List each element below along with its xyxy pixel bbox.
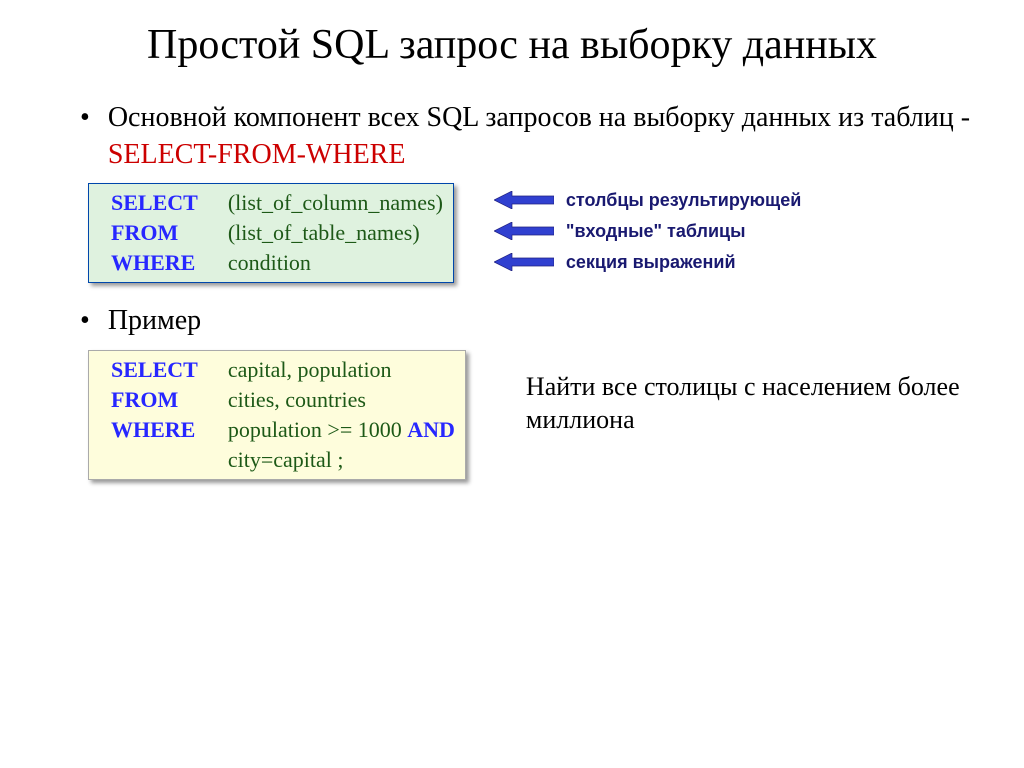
arrow-left-icon bbox=[494, 191, 554, 209]
syntax-select-kw: SELECT bbox=[111, 188, 228, 218]
arrow-left-icon bbox=[494, 222, 554, 240]
bullet-text-1-plain: Основной компонент всех SQL запросов на … bbox=[108, 102, 970, 133]
example-select-val: capital, population bbox=[228, 355, 455, 385]
example-where-kw2 bbox=[111, 445, 228, 475]
bullet-dot: • bbox=[80, 100, 90, 173]
annotation-3: секция выражений bbox=[566, 252, 736, 273]
example-where-pre: population >= 1000 bbox=[228, 417, 407, 442]
arrow-row-2: "входные" таблицы bbox=[494, 216, 801, 246]
bullet-text-1: Основной компонент всех SQL запросов на … bbox=[108, 100, 974, 173]
bullet-example: • Пример bbox=[80, 303, 974, 339]
syntax-code-box: SELECT (list_of_column_names) FROM (list… bbox=[88, 183, 454, 283]
example-where-and: AND bbox=[407, 417, 455, 442]
syntax-where-val: condition bbox=[228, 248, 443, 278]
page-title: Простой SQL запрос на выборку данных bbox=[50, 20, 974, 70]
syntax-from-val: (list_of_table_names) bbox=[228, 218, 443, 248]
syntax-diagram-row: SELECT (list_of_column_names) FROM (list… bbox=[50, 183, 974, 283]
example-row: SELECT capital, population FROM cities, … bbox=[50, 350, 974, 480]
annotation-2: "входные" таблицы bbox=[566, 221, 746, 242]
example-select-kw: SELECT bbox=[111, 355, 228, 385]
bullet-main-component: • Основной компонент всех SQL запросов н… bbox=[80, 100, 974, 173]
example-from-kw: FROM bbox=[111, 385, 228, 415]
bullet-text-1-red: SELECT-FROM-WHERE bbox=[108, 139, 406, 170]
example-description: Найти все столицы с населением более мил… bbox=[526, 370, 974, 438]
example-from-val: cities, countries bbox=[228, 385, 455, 415]
example-code-box: SELECT capital, population FROM cities, … bbox=[88, 350, 466, 480]
bullet-text-2: Пример bbox=[108, 303, 201, 339]
syntax-select-val: (list_of_column_names) bbox=[228, 188, 443, 218]
example-where-val: population >= 1000 AND bbox=[228, 415, 455, 445]
bullet-dot: • bbox=[80, 303, 90, 339]
arrow-left-icon bbox=[494, 253, 554, 271]
syntax-where-kw: WHERE bbox=[111, 248, 228, 278]
arrow-row-1: столбцы результирующей bbox=[494, 185, 801, 215]
example-where-kw: WHERE bbox=[111, 415, 228, 445]
syntax-from-kw: FROM bbox=[111, 218, 228, 248]
arrow-row-3: секция выражений bbox=[494, 247, 801, 277]
example-where-val2: city=capital ; bbox=[228, 445, 455, 475]
arrows-column: столбцы результирующей "входные" таблицы… bbox=[494, 183, 801, 278]
annotation-1: столбцы результирующей bbox=[566, 190, 801, 211]
